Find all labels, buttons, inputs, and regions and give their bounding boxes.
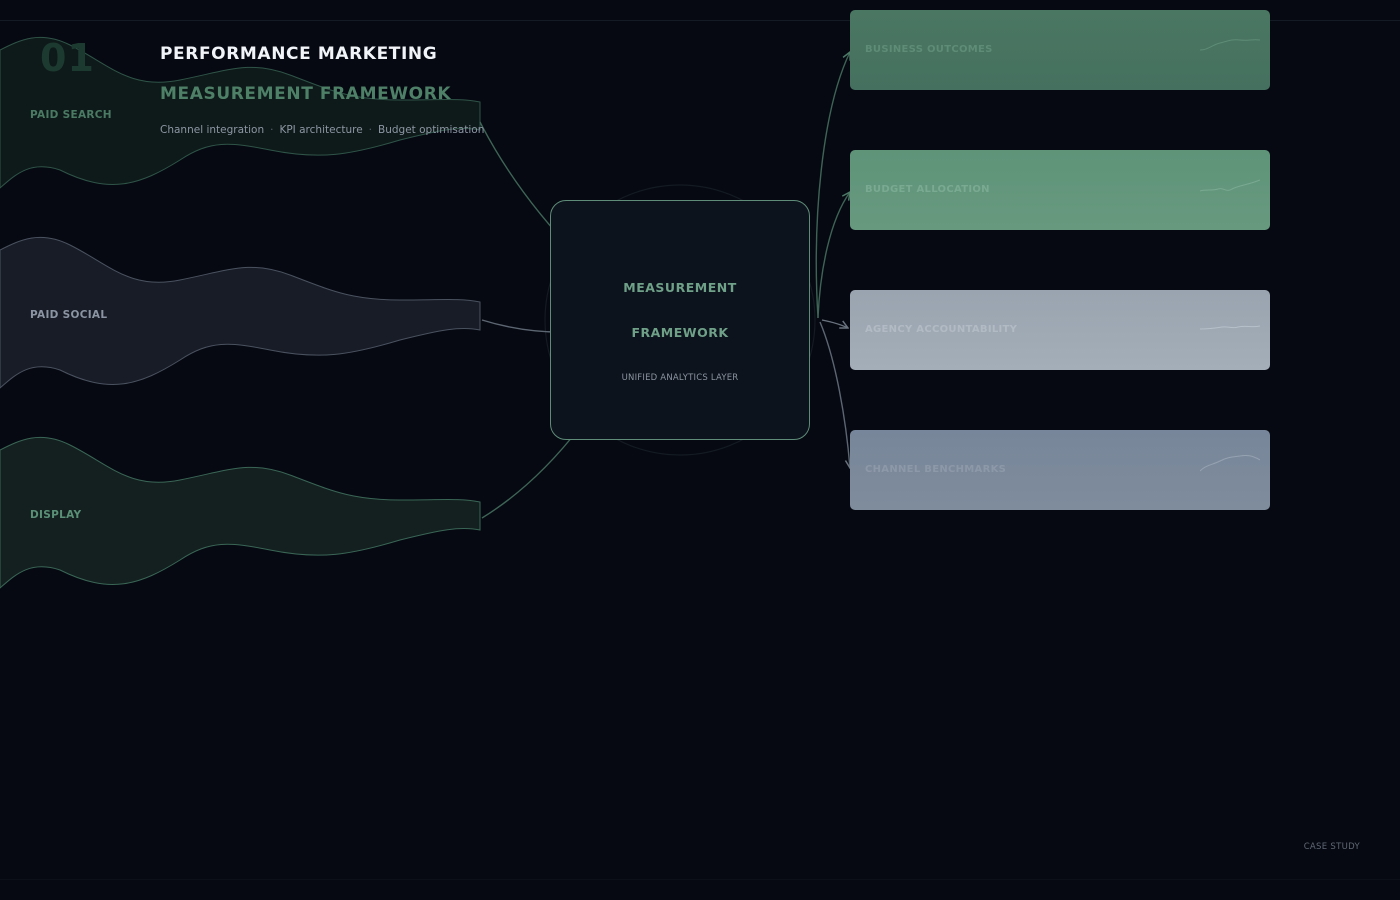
sparkline-icon <box>1200 455 1260 472</box>
subtitle-separator: · <box>270 124 274 136</box>
page-title: PERFORMANCE MARKETING <box>160 44 438 64</box>
subtitle-item: Channel integration <box>160 124 265 136</box>
outcome-label: BUSINESS OUTCOMES <box>865 44 993 55</box>
connector-hub-to-agency-accountability <box>821 319 848 328</box>
measurement-framework-hub: MEASUREMENT FRAMEWORK UNIFIED ANALYTICS … <box>550 200 810 440</box>
outcome-card-business-outcomes: BUSINESS OUTCOMES <box>850 10 1270 90</box>
channel-label-paid-social: PAID SOCIAL <box>30 309 108 321</box>
hub-title: MEASUREMENT <box>623 280 737 295</box>
outcome-card-budget-allocation: BUDGET ALLOCATION <box>850 150 1270 230</box>
subtitle-item: Budget optimisation <box>378 124 485 136</box>
hub-subtitle: UNIFIED ANALYTICS LAYER <box>621 373 739 383</box>
sparkline-icon <box>1200 39 1260 51</box>
hub-title-line2: FRAMEWORK <box>631 325 729 340</box>
subtitle-item: KPI architecture <box>279 124 363 136</box>
section-number: 01 <box>40 36 95 80</box>
subtitle-separator: · <box>368 124 372 136</box>
sparkline-icon <box>1200 325 1260 330</box>
footer-label: CASE STUDY <box>1303 842 1360 852</box>
outcome-label: AGENCY ACCOUNTABILITY <box>865 324 1018 335</box>
connector-hub-to-channel-benchmarks <box>819 321 850 468</box>
channel-label-paid-search: PAID SEARCH <box>30 109 112 121</box>
page-title-accent: MEASUREMENT FRAMEWORK <box>160 84 452 104</box>
outcome-card-agency-accountability: AGENCY ACCOUNTABILITY <box>850 290 1270 370</box>
channel-label-display: DISPLAY <box>30 509 82 521</box>
outcome-label: BUDGET ALLOCATION <box>865 184 990 195</box>
outcome-label: CHANNEL BENCHMARKS <box>865 464 1007 475</box>
connector-hub-to-budget-allocation <box>817 192 850 319</box>
subtitle: Channel integration · KPI architecture · Bud… <box>160 124 484 136</box>
sparkline-icon <box>1200 179 1260 192</box>
outcome-card-channel-benchmarks: CHANNEL BENCHMARKS <box>850 430 1270 510</box>
